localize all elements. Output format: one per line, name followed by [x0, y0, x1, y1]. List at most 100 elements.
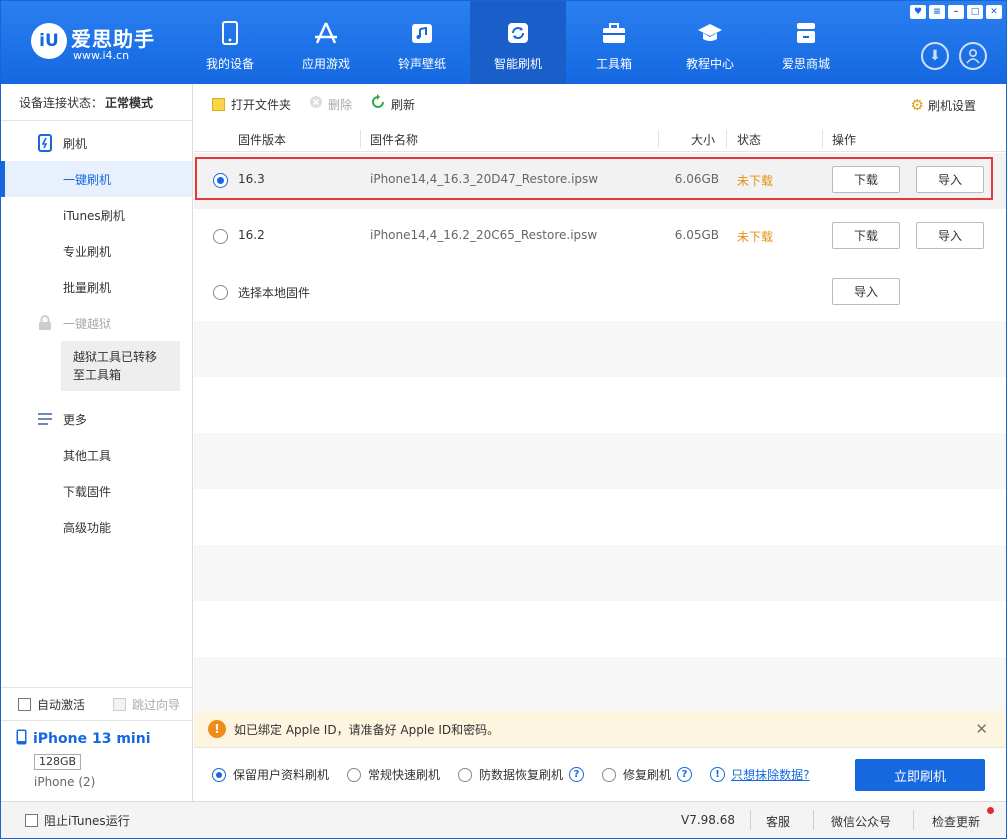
sidebar-section-jailbreak: 一键越狱 [1, 305, 192, 341]
nav-tutorials[interactable]: 教程中心 [662, 1, 758, 84]
open-folder-button[interactable]: 打开文件夹 [212, 96, 291, 113]
connection-label: 设备连接状态： [19, 95, 104, 110]
sidebar-item-pro-flash[interactable]: 专业刷机 [1, 233, 192, 269]
activation-options: 自动激活 跳过向导 [1, 687, 192, 721]
flash-options: 保留用户资料刷机 常规快速刷机 防数据恢复刷机 ? 修复刷机 ? ! 只想抹除数… [194, 747, 1006, 801]
nav-apps[interactable]: 应用游戏 [278, 1, 374, 84]
row-radio[interactable] [213, 229, 228, 244]
device-name: iPhone 13 mini [33, 731, 151, 747]
sidebar-item-other-tools[interactable]: 其他工具 [1, 437, 192, 473]
sidebar-item-download-firmware[interactable]: 下载固件 [1, 473, 192, 509]
col-divider [822, 130, 823, 148]
list-icon [35, 413, 55, 425]
store-icon [792, 19, 820, 47]
skip-guide-label: 跳过向导 [132, 697, 181, 712]
nav-smart-flash[interactable]: 智能刷机 [470, 1, 566, 84]
empty-row [194, 657, 1006, 711]
delete-button[interactable]: 删除 [309, 95, 352, 113]
erase-data-link[interactable]: ! 只想抹除数据? [710, 766, 809, 783]
close-icon[interactable]: ✕ [986, 5, 1002, 19]
empty-row [194, 545, 1006, 601]
download-icon[interactable]: ⬇ [921, 42, 949, 70]
col-status: 状态 [737, 133, 762, 147]
option-repair[interactable]: 修复刷机 ? [602, 766, 693, 783]
nav-ringtones[interactable]: 铃声壁纸 [374, 1, 470, 84]
erase-link-text[interactable]: 只想抹除数据? [731, 766, 809, 783]
col-version: 固件版本 [238, 133, 287, 147]
download-button[interactable]: 下载 [832, 222, 900, 249]
window-controls: ♥ ≡ – □ ✕ [910, 5, 1002, 19]
sidebar: 设备连接状态： 正常模式 刷机 一键刷机 iTunes刷机 专业刷机 批量刷机 … [1, 84, 193, 801]
update-badge [987, 807, 994, 814]
table-header: 固件版本 固件名称 大小 状态 操作 [194, 126, 1006, 152]
apple-id-alert: ! 如已绑定 Apple ID，请准备好 Apple ID和密码。 ✕ [194, 711, 1006, 747]
firmware-size: 6.05GB [674, 228, 719, 242]
brand-name: 爱思助手 [71, 27, 155, 51]
sidebar-item-advanced[interactable]: 高级功能 [1, 509, 192, 545]
help-icon[interactable]: ? [677, 767, 693, 782]
gear-icon: ⚙ [910, 96, 924, 114]
firmware-name: iPhone14,4_16.2_20C65_Restore.ipsw [370, 228, 598, 242]
main-nav: 我的设备 应用游戏 铃声壁纸 智能刷机 工具箱 教程中心 爱思商城 [182, 1, 854, 84]
row-radio[interactable] [213, 285, 228, 300]
radio-repair[interactable] [602, 767, 617, 782]
service-link[interactable]: 客服 [766, 813, 790, 830]
block-itunes-option[interactable]: 阻止iTunes运行 [25, 812, 130, 829]
import-button[interactable]: 导入 [916, 222, 984, 249]
toolbar: 打开文件夹 删除 刷新 ⚙ 刷机设置 [194, 84, 1006, 124]
wechat-link[interactable]: 微信公众号 [831, 813, 891, 830]
radio-anti-recovery[interactable] [458, 767, 473, 782]
phone-icon [216, 19, 244, 47]
table-row[interactable]: 16.2 iPhone14,4_16.2_20C65_Restore.ipsw … [194, 209, 1006, 265]
nav-my-device[interactable]: 我的设备 [182, 1, 278, 84]
flash-settings-label: 刷机设置 [927, 98, 976, 113]
sidebar-item-itunes-flash[interactable]: iTunes刷机 [1, 197, 192, 233]
option-keep-data[interactable]: 保留用户资料刷机 [212, 766, 329, 783]
col-size: 大小 [691, 133, 716, 147]
nav-store[interactable]: 爱思商城 [758, 1, 854, 84]
option-quick[interactable]: 常规快速刷机 [347, 766, 440, 783]
block-itunes-checkbox[interactable] [25, 813, 38, 827]
sidebar-item-batch-flash[interactable]: 批量刷机 [1, 269, 192, 305]
nav-label: 我的设备 [205, 57, 254, 71]
block-itunes-label: 阻止iTunes运行 [44, 813, 130, 828]
nav-label: 爱思商城 [781, 57, 830, 71]
jailbreak-notice: 越狱工具已转移至工具箱 [61, 341, 180, 391]
sidebar-item-one-click-flash[interactable]: 一键刷机 [1, 161, 192, 197]
firmware-status: 未下载 [737, 230, 774, 244]
menu-icon[interactable]: ≡ [929, 5, 945, 19]
local-import-button[interactable]: 导入 [832, 278, 900, 305]
graduation-cap-icon [696, 19, 724, 47]
delete-label: 删除 [328, 97, 353, 112]
minimize-icon[interactable]: – [948, 5, 964, 19]
maximize-icon[interactable]: □ [967, 5, 983, 19]
check-update-link[interactable]: 检查更新 [932, 813, 980, 830]
flash-now-button[interactable]: 立即刷机 [855, 759, 985, 791]
help-icon[interactable]: ? [569, 767, 585, 782]
refresh-button[interactable]: 刷新 [370, 94, 415, 114]
device-card: iPhone 13 mini 128GB iPhone (2) [1, 721, 192, 801]
user-icon[interactable] [959, 42, 987, 70]
col-actions: 操作 [832, 133, 857, 147]
sidebar-section-more: 更多 [1, 401, 192, 437]
nav-label: 工具箱 [595, 57, 632, 71]
app-logo: iU [31, 23, 67, 59]
radio-quick[interactable] [347, 767, 362, 782]
device-capacity: 128GB [34, 754, 82, 770]
option-anti-recovery[interactable]: 防数据恢复刷机 ? [458, 766, 585, 783]
flash-settings-button[interactable]: ⚙ 刷机设置 [911, 96, 976, 114]
option-label: 常规快速刷机 [368, 768, 441, 782]
selection-highlight-box [195, 157, 993, 200]
auto-activate-checkbox[interactable] [18, 697, 31, 711]
device-name-row: iPhone 13 mini [16, 729, 192, 749]
col-divider [658, 130, 659, 148]
close-icon[interactable]: ✕ [975, 720, 988, 738]
local-firmware-label: 选择本地固件 [238, 286, 311, 300]
skin-icon[interactable]: ♥ [910, 5, 926, 19]
radio-keep-data[interactable] [212, 767, 226, 782]
nav-toolbox[interactable]: 工具箱 [566, 1, 662, 84]
option-label: 保留用户资料刷机 [233, 768, 330, 782]
firmware-version: 16.2 [238, 228, 265, 242]
table-row-local[interactable]: 选择本地固件 导入 [194, 265, 1006, 321]
music-icon [408, 19, 436, 47]
